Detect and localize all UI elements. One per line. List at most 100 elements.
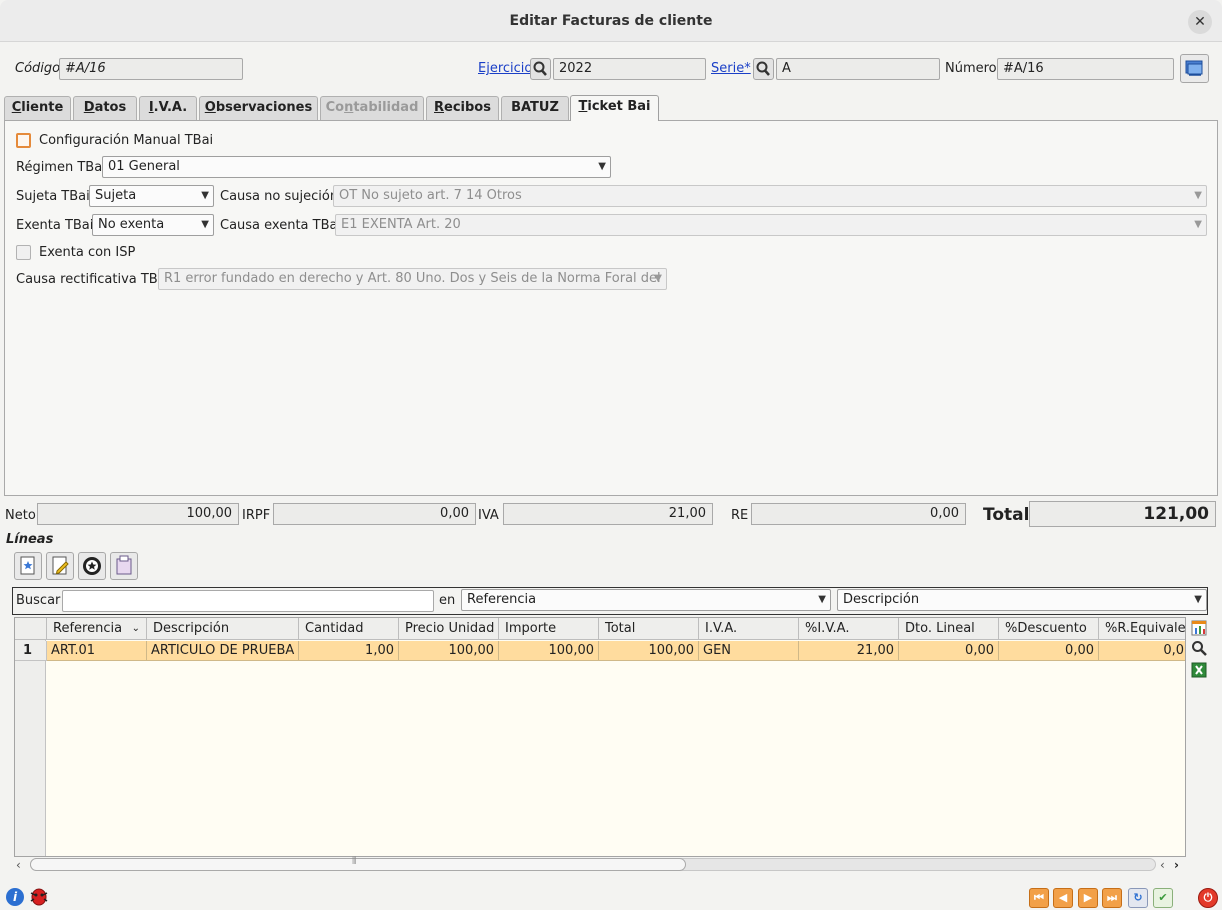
exenta-isp-checkbox[interactable]: [16, 245, 31, 260]
table-cell[interactable]: ART.01: [47, 641, 147, 661]
table-cell[interactable]: 100,00: [599, 641, 699, 661]
row-number[interactable]: 1: [15, 641, 47, 661]
column-chooser-button[interactable]: [1190, 619, 1208, 637]
iva-label: IVA: [478, 508, 499, 523]
config-manual-checkbox[interactable]: [16, 133, 31, 148]
exenta-label: Exenta TBai: [16, 218, 94, 233]
codigo-field[interactable]: #A/16: [59, 58, 243, 80]
tab-recibos[interactable]: Recibos: [426, 96, 499, 120]
table-cell[interactable]: 100,00: [499, 641, 599, 661]
lines-table: Referencia ⌄ Descripción Cantidad Precio …: [14, 617, 1186, 857]
column-header-dto-lineal[interactable]: Dto. Lineal: [899, 618, 999, 640]
edit-document-icon: [52, 556, 69, 575]
table-cell[interactable]: 0,0: [1099, 641, 1185, 661]
tab-observaciones[interactable]: Observaciones: [199, 96, 318, 120]
horizontal-scrollbar[interactable]: ‹ ⦀ ‹ ›: [14, 856, 1186, 872]
table-cell[interactable]: 21,00: [799, 641, 899, 661]
column-header-total[interactable]: Total: [599, 618, 699, 640]
regimen-label: Régimen TBai: [16, 160, 106, 175]
scroll-left-icon[interactable]: ‹: [16, 858, 21, 872]
column-header-iva[interactable]: I.V.A.: [699, 618, 799, 640]
search-field-select[interactable]: Referencia ▼: [461, 589, 831, 611]
tab-iva[interactable]: I.V.A.: [139, 96, 197, 120]
refresh-button[interactable]: ↻: [1128, 888, 1148, 908]
irpf-value: 0,00: [273, 503, 476, 525]
add-line-button[interactable]: [14, 552, 42, 580]
grid-search-button[interactable]: [1190, 639, 1208, 657]
table-cell[interactable]: 0,00: [899, 641, 999, 661]
serie-search-button[interactable]: [753, 58, 774, 80]
document-action-button[interactable]: [1180, 54, 1209, 83]
bug-icon: [30, 888, 48, 906]
regimen-select[interactable]: 01 General ▼: [102, 156, 611, 178]
column-header-precio-unidad[interactable]: Precio Unidad: [399, 618, 499, 640]
edit-line-button[interactable]: [46, 552, 74, 580]
config-manual-label: Configuración Manual TBai: [39, 133, 214, 148]
codigo-label: Código: [15, 61, 61, 76]
sujeta-label: Sujeta TBai: [16, 189, 90, 204]
table-cell[interactable]: 1,00: [299, 641, 399, 661]
irpf-label: IRPF: [242, 508, 271, 523]
sujeta-select[interactable]: Sujeta ▼: [89, 185, 214, 207]
scroll-thumb[interactable]: [30, 858, 686, 871]
first-record-button[interactable]: ⏮: [1029, 888, 1049, 908]
table-cell[interactable]: ARTICULO DE PRUEBA: [147, 641, 299, 661]
neto-value: 100,00: [37, 503, 239, 525]
delete-line-button[interactable]: [78, 552, 106, 580]
accept-button[interactable]: ✔: [1153, 888, 1173, 908]
last-record-button[interactable]: ⏭: [1102, 888, 1122, 908]
search-input[interactable]: [62, 590, 434, 612]
column-header-pct-requivalencia[interactable]: %R.Equivalen: [1099, 618, 1185, 640]
column-header-referencia[interactable]: Referencia ⌄: [47, 618, 147, 640]
numero-field[interactable]: #A/16: [997, 58, 1174, 80]
ejercicio-search-button[interactable]: [530, 58, 551, 80]
window-title: Editar Facturas de cliente: [509, 13, 713, 29]
export-excel-button[interactable]: [1190, 661, 1208, 679]
close-window-button[interactable]: ⏻: [1198, 888, 1218, 908]
iva-value: 21,00: [503, 503, 713, 525]
re-label: RE: [731, 508, 749, 523]
close-button[interactable]: ✕: [1188, 10, 1212, 34]
chevron-down-icon: ▼: [201, 190, 209, 201]
tab-batuz[interactable]: BATUZ: [501, 96, 569, 120]
tab-ticket-bai[interactable]: Ticket Bai: [570, 95, 659, 121]
scroll-right-icon[interactable]: ›: [1174, 858, 1179, 872]
corner-header: [15, 618, 47, 640]
causa-rect-select: R1 error fundado en derecho y Art. 80 Un…: [158, 268, 667, 290]
re-value: 0,00: [751, 503, 966, 525]
scroll-left-end-icon[interactable]: ‹: [1160, 858, 1165, 872]
neto-label: Neto: [5, 508, 36, 523]
ejercicio-link[interactable]: Ejercicio: [478, 61, 532, 76]
table-cell[interactable]: GEN: [699, 641, 799, 661]
serie-field[interactable]: A: [776, 58, 940, 80]
clipboard-icon: [116, 555, 132, 575]
tab-cliente[interactable]: Cliente: [4, 96, 71, 120]
table-cell[interactable]: 100,00: [399, 641, 499, 661]
last-icon: ⏭: [1107, 891, 1117, 904]
tab-datos[interactable]: Datos: [73, 96, 137, 120]
column-header-descripcion[interactable]: Descripción: [147, 618, 299, 640]
column-header-pct-iva[interactable]: %I.V.A.: [799, 618, 899, 640]
column-header-cantidad[interactable]: Cantidad: [299, 618, 399, 640]
serie-link[interactable]: Serie*: [711, 61, 751, 76]
next-record-button[interactable]: ▶: [1078, 888, 1098, 908]
causa-rect-label: Causa rectificativa TBai: [16, 272, 170, 287]
ejercicio-field[interactable]: 2022: [553, 58, 706, 80]
column-header-importe[interactable]: Importe: [499, 618, 599, 640]
exenta-select[interactable]: No exenta ▼: [92, 214, 214, 236]
table-cell[interactable]: 0,00: [999, 641, 1099, 661]
debug-button[interactable]: [28, 885, 50, 907]
paste-line-button[interactable]: [110, 552, 138, 580]
table-columns-icon: [1191, 620, 1207, 636]
tab-contabilidad: Contabilidad: [320, 96, 424, 120]
lineas-section-label: Líneas: [6, 532, 54, 547]
info-icon[interactable]: i: [6, 888, 24, 906]
column-header-pct-descuento[interactable]: %Descuento: [999, 618, 1099, 640]
title-bar: Editar Facturas de cliente ✕: [0, 0, 1222, 42]
chevron-down-icon: ▼: [1194, 219, 1202, 230]
causa-no-sujecion-select: OT No sujeto art. 7 14 Otros ▼: [333, 185, 1207, 207]
search-order-select[interactable]: Descripción ▼: [837, 589, 1207, 611]
total-value: 121,00: [1029, 501, 1216, 527]
previous-record-button[interactable]: ◀: [1053, 888, 1073, 908]
magnifier-icon: [533, 61, 547, 76]
